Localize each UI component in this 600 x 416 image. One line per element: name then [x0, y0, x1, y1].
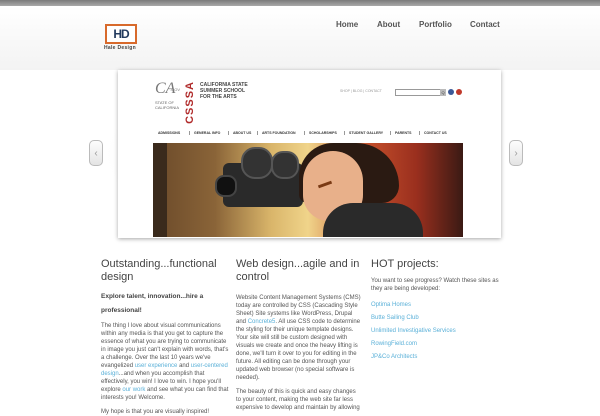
logo-mark: HD: [105, 24, 137, 44]
slider-prev-button[interactable]: ‹: [89, 140, 103, 166]
project-link[interactable]: Butte Sailing Club: [371, 314, 499, 322]
chevron-right-icon: ›: [514, 147, 518, 159]
cssa-full-name: CALIFORNIA STATE SUMMER SCHOOL FOR THE A…: [200, 82, 248, 100]
slide-nav-item: ADMISSIONS: [158, 131, 181, 135]
camera-reel: [271, 151, 299, 179]
text-segment: and: [177, 363, 191, 369]
slide-nav-item: SCHOLARSHIPS: [304, 131, 337, 135]
text-segment: . All use CSS code to determine the styl…: [236, 319, 361, 381]
slider-next-button[interactable]: ›: [509, 140, 523, 166]
site-logo[interactable]: HD Hale Design: [104, 24, 144, 51]
column-body-2: The beauty of this is quick and easy cha…: [236, 389, 360, 411]
column-title: Outstanding...functional design: [101, 258, 217, 283]
youtube-icon: [456, 89, 462, 95]
person-body: [323, 203, 423, 237]
link-user-experience[interactable]: user experience: [135, 363, 178, 369]
nav-portfolio[interactable]: Portfolio: [419, 20, 452, 29]
column-body: The thing I love about visual communicat…: [101, 322, 229, 402]
slide-search-icon: Q: [440, 89, 446, 96]
nav-home[interactable]: Home: [336, 20, 358, 29]
chevron-left-icon: ‹: [94, 147, 98, 159]
column-title: Web design...agile and in control: [236, 258, 360, 283]
column-body: Website Content Management Systems (CMS)…: [236, 294, 362, 382]
photo-edge: [153, 143, 167, 237]
column-design: Outstanding...functional design Explore …: [101, 258, 229, 416]
slide-nav-item: ABOUT US: [228, 131, 251, 135]
column-projects: HOT projects: You want to see progress? …: [371, 258, 499, 361]
project-link[interactable]: RowingField.com: [371, 340, 499, 348]
slide-nav-item: CONTACT US: [419, 131, 447, 135]
link-concrete5[interactable]: Concrete5: [248, 319, 276, 325]
column-intro: You want to see progress? Watch these si…: [371, 278, 499, 292]
project-link[interactable]: Optima Homes: [371, 301, 499, 309]
slide-top-links: SHOP | BLOG | CONTACT: [340, 89, 382, 93]
slide-nav-item: STUDENT GALLERY: [344, 131, 383, 135]
camera-reel: [241, 147, 273, 179]
slide-header: CA .GOV STATE OF CALIFORNIA CSSSA CALIFO…: [118, 70, 501, 132]
slide-nav-item: ARTS FOUNDATION: [257, 131, 296, 135]
header: [0, 6, 600, 70]
link-our-work[interactable]: our work: [122, 387, 145, 393]
slide-photo: [153, 143, 463, 237]
slide-nav-item: PARENTS: [390, 131, 411, 135]
project-link[interactable]: Unlimited Investigative Services: [371, 327, 499, 335]
slide-nav: ADMISSIONS GENERAL INFO ABOUT US ARTS FO…: [154, 131, 454, 143]
logo-text: Hale Design: [104, 45, 136, 51]
state-label: STATE OF CALIFORNIA: [155, 100, 180, 110]
cssa-abbr: CSSSA: [184, 81, 196, 124]
project-link[interactable]: JP&Co Architects: [371, 353, 499, 361]
slide-nav-item: GENERAL INFO: [189, 131, 220, 135]
column-tagline: Explore talent, innovation...hire a prof…: [101, 293, 204, 314]
ca-gov-suffix: .GOV: [170, 87, 181, 92]
column-title: HOT projects:: [371, 258, 439, 270]
nav-about[interactable]: About: [377, 20, 400, 29]
facebook-icon: [448, 89, 454, 95]
nav-contact[interactable]: Contact: [470, 20, 500, 29]
column-body-2: My hope is that you are visually inspire…: [101, 409, 210, 415]
slide-screenshot[interactable]: CA .GOV STATE OF CALIFORNIA CSSSA CALIFO…: [118, 70, 501, 238]
slide-search-box: [395, 89, 443, 96]
camera-lens: [215, 175, 237, 197]
column-web: Web design...agile and in control Websit…: [236, 258, 362, 412]
